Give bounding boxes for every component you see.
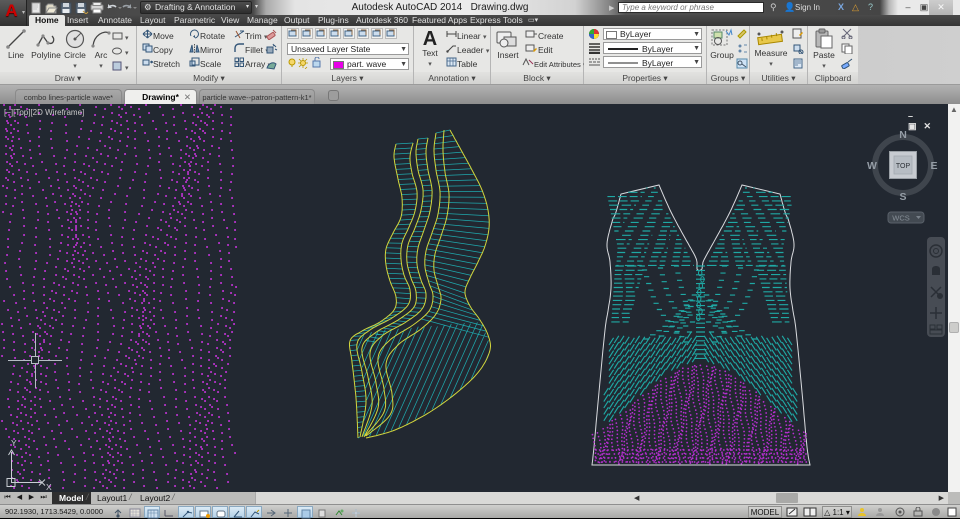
svg-text:TOP: TOP	[896, 163, 911, 170]
svg-text:A: A	[423, 28, 437, 48]
svg-text:W: W	[867, 160, 877, 172]
svg-text:X: X	[46, 482, 52, 492]
svg-text:WCS: WCS	[892, 214, 910, 223]
svg-text:S: S	[899, 191, 906, 203]
svg-text:N: N	[899, 129, 907, 141]
svg-text:Y: Y	[11, 438, 17, 448]
svg-text:E: E	[930, 160, 937, 172]
svg-text:ByLayer: ByLayer	[642, 58, 673, 68]
svg-text:ByLayer: ByLayer	[642, 44, 673, 54]
